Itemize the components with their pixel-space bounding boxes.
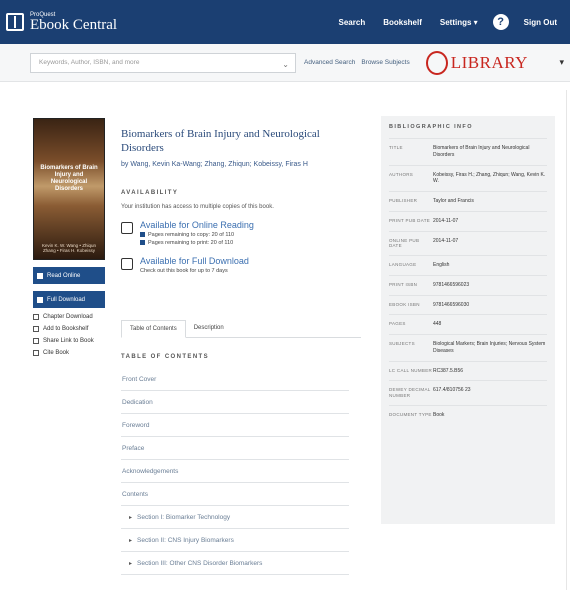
brand-name: Ebook Central	[30, 16, 118, 33]
sign-out-link[interactable]: Sign Out	[515, 18, 566, 27]
cover-title: Biomarkers of Brain Injury and Neurologi…	[40, 165, 98, 192]
bib-row: Subjects Biological Markers; Brain Injuri…	[389, 334, 547, 361]
bibliographic-info-panel: BIBLIOGRAPHIC INFO Title Biomarkers of Br…	[381, 116, 555, 524]
full-download-link[interactable]: Available for Full Download	[140, 256, 249, 266]
print-remaining: Pages remaining to print: 20 of 110	[148, 239, 234, 246]
toc-item[interactable]: Foreword	[121, 414, 349, 437]
library-menu-caret[interactable]: ▾	[559, 57, 564, 68]
nav-search-link[interactable]: Search	[330, 18, 375, 27]
tab-table-of-contents[interactable]: Table of Contents	[121, 319, 186, 338]
library-label: LIBRARY	[450, 52, 528, 72]
bib-row: LC Call Number RC387.5.B56	[389, 360, 547, 381]
book-title: Biomarkers of Brain Injury and Neurologi…	[121, 128, 320, 154]
top-navigation-bar: ProQuest Ebook Central Search Bookshelf …	[0, 0, 570, 44]
bib-row: Document Type Book	[389, 405, 547, 425]
toc-item[interactable]: Acknowledgements	[121, 460, 349, 483]
bib-row: Language English	[389, 255, 547, 275]
toc-section-item[interactable]: Section II: CNS Injury Biomarkers	[121, 529, 349, 552]
top-links: Search Bookshelf Settings ▾ ? Sign Out	[330, 14, 566, 30]
full-download-option: Available for Full Download Check out th…	[121, 256, 361, 274]
brand-logo[interactable]: ProQuest Ebook Central	[6, 12, 117, 33]
scrollbar-track[interactable]	[566, 90, 567, 590]
book-authors[interactable]: by Wang, Kevin Ka-Wang; Zhang, Zhiqun; K…	[121, 161, 361, 168]
toc-list: Front Cover Dedication Foreword Preface …	[121, 368, 349, 575]
read-online-button[interactable]: Read Online	[33, 267, 105, 284]
quote-icon	[33, 350, 39, 356]
chapter-download-link[interactable]: Chapter Download	[33, 314, 105, 320]
online-reading-option: Available for Online Reading Pages remai…	[121, 220, 361, 246]
print-icon	[140, 240, 145, 245]
document-icon	[33, 314, 39, 320]
online-reading-icon	[121, 221, 133, 234]
cite-book-link[interactable]: Cite Book	[33, 350, 105, 356]
book-cover: Biomarkers of Brain Injury and Neurologi…	[33, 118, 105, 260]
bib-row: Authors Kobeissy, Firas H.; Zhang, Zhiqun…	[389, 164, 547, 192]
detail-tabs: Table of Contents Description	[121, 319, 361, 338]
share-link[interactable]: Share Link to Book	[33, 338, 105, 344]
bib-row: Title Biomarkers of Brain Injury and Neur…	[389, 138, 547, 165]
book-icon	[37, 272, 43, 279]
download-icon	[121, 257, 133, 270]
link-icon	[33, 338, 39, 344]
search-input[interactable]: Keywords, Author, ISBN, and more ⌄	[30, 52, 296, 74]
help-icon[interactable]: ?	[492, 14, 509, 30]
advanced-search-link[interactable]: Advanced Search	[304, 59, 355, 66]
book-sidebar: Biomarkers of Brain Injury and Neurologi…	[33, 118, 105, 356]
bib-row: Online Pub Date 2014-11-07	[389, 230, 547, 256]
book-logo-icon	[6, 13, 24, 31]
bib-row: Publisher Taylor and Francis	[389, 191, 547, 211]
toc-section-item[interactable]: Section I: Biomarker Technology	[121, 506, 349, 529]
tab-description[interactable]: Description	[186, 320, 232, 337]
add-to-bookshelf-link[interactable]: Add to Bookshelf	[33, 326, 105, 332]
bib-row: Dewey Decimal Number 617.4/810756 23	[389, 380, 547, 405]
search-placeholder: Keywords, Author, ISBN, and more	[39, 58, 140, 66]
browse-subjects-link[interactable]: Browse Subjects	[361, 59, 409, 66]
online-reading-link[interactable]: Available for Online Reading	[140, 220, 254, 230]
bookshelf-icon	[33, 326, 39, 332]
bibliographic-heading: BIBLIOGRAPHIC INFO	[389, 124, 473, 130]
full-download-button[interactable]: Full Download	[33, 291, 105, 308]
search-bar: Keywords, Author, ISBN, and more ⌄ Advan…	[0, 44, 570, 82]
bib-row: Print ISBN 9781466596023	[389, 274, 547, 295]
toc-item[interactable]: Front Cover	[121, 368, 349, 391]
toc-section-item[interactable]: Section III: Other CNS Disorder Biomarke…	[121, 552, 349, 575]
cover-authors: Kevin K. W. Wang • Zhiqun Zhang • Firas …	[42, 243, 96, 253]
nav-settings-menu[interactable]: Settings ▾	[431, 18, 487, 27]
download-icon	[37, 296, 43, 303]
availability-note: Your institution has access to multiple …	[121, 203, 274, 210]
bib-row: Pages 448	[389, 314, 547, 334]
toc-item[interactable]: Contents	[121, 483, 349, 506]
library-ring-icon	[425, 50, 448, 75]
availability-heading: AVAILABILITY	[121, 189, 179, 196]
book-details: Biomarkers of Brain Injury and Neurologi…	[121, 128, 361, 575]
library-logo: LIBRARY	[425, 50, 528, 75]
toc-item[interactable]: Preface	[121, 437, 349, 460]
copy-icon	[140, 232, 145, 237]
download-note: Check out this book for up to 7 days	[140, 267, 228, 274]
copy-remaining: Pages remaining to copy: 20 of 110	[148, 231, 235, 238]
chevron-down-icon[interactable]: ⌄	[282, 56, 289, 74]
toc-heading: TABLE OF CONTENTS	[121, 353, 210, 360]
toc-item[interactable]: Dedication	[121, 391, 349, 414]
nav-bookshelf-link[interactable]: Bookshelf	[374, 18, 431, 27]
bib-row: Print Pub Date 2014-11-07	[389, 210, 547, 231]
bib-row: eBook ISBN 9781466596030	[389, 294, 547, 315]
